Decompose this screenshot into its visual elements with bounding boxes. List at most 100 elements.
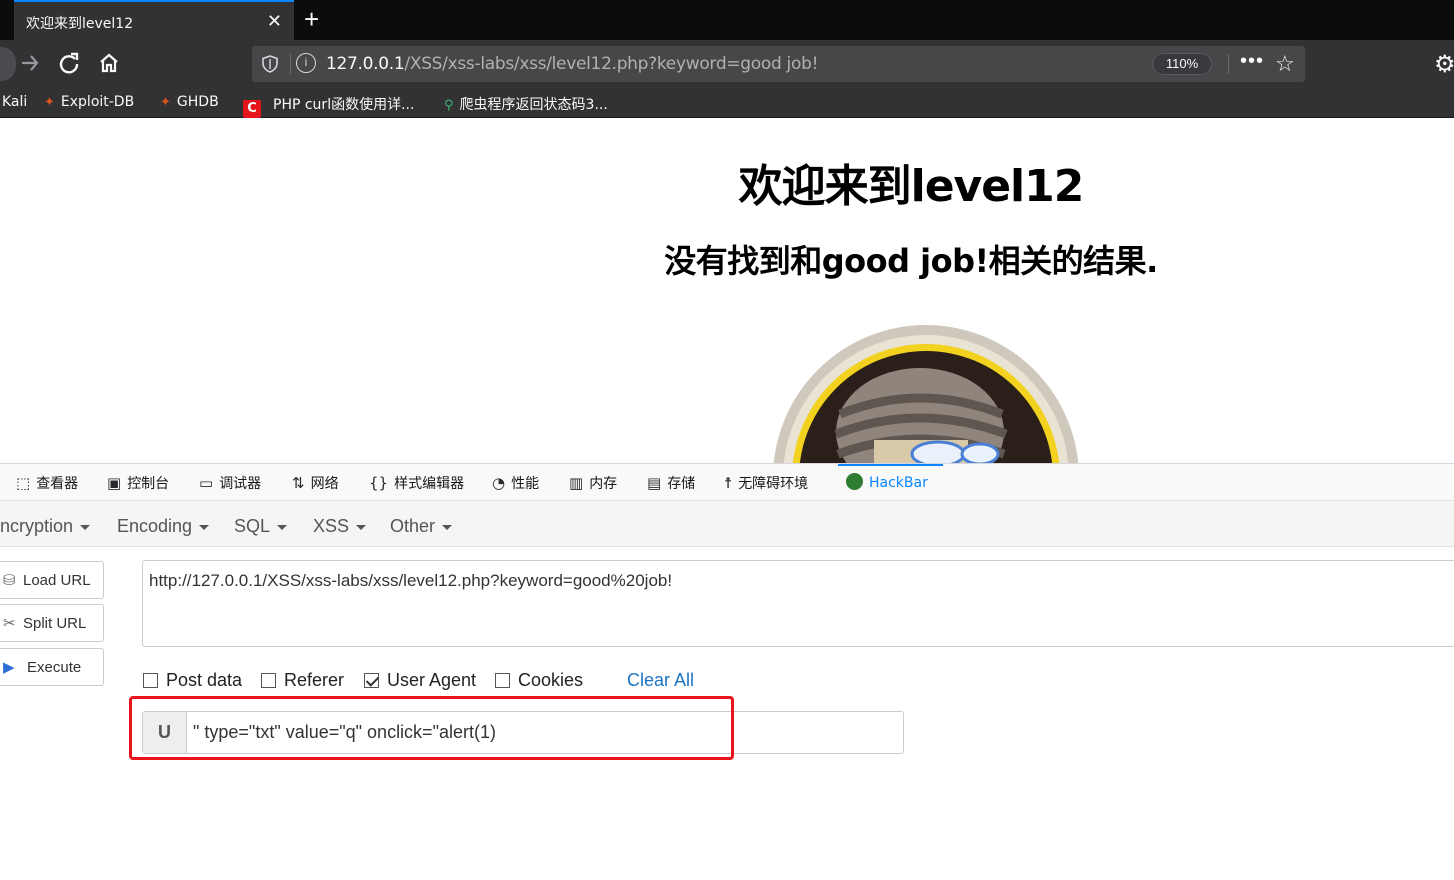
tab-style-editor[interactable]: {} 样式编辑器 xyxy=(369,473,464,493)
tab-label: 无障碍环境 xyxy=(738,476,809,492)
caret-down-icon xyxy=(80,524,91,530)
active-tab-indicator xyxy=(838,464,943,466)
browser-tab[interactable]: 欢迎来到level12 ✕ xyxy=(14,0,294,40)
highlight-annotation-box xyxy=(129,696,734,760)
tab-inspector[interactable]: ⬚ 查看器 xyxy=(16,473,78,493)
url-host: 127.0.0.1 xyxy=(326,54,405,74)
tab-performance[interactable]: ◔ 性能 xyxy=(492,473,539,493)
execute-button[interactable]: ▶ Execute xyxy=(0,648,104,686)
forward-icon[interactable] xyxy=(20,52,40,78)
menu-label: SQL xyxy=(234,516,271,536)
menu-sql[interactable]: SQL xyxy=(234,516,288,537)
page-actions-icon[interactable]: ••• xyxy=(1240,50,1264,73)
checkbox-label: Post data xyxy=(166,670,243,690)
tab-console[interactable]: ▣ 控制台 xyxy=(107,473,169,493)
tab-strip: 欢迎来到level12 ✕ + xyxy=(0,0,1454,40)
caret-down-icon xyxy=(356,524,367,530)
checkbox-box[interactable] xyxy=(143,673,158,688)
caret-down-icon xyxy=(442,524,453,530)
navigation-toolbar: i 127.0.0.1/XSS/xss-labs/xss/level12.php… xyxy=(0,40,1454,88)
post-data-checkbox[interactable]: Post data xyxy=(143,670,242,691)
checkbox-label: User Agent xyxy=(387,670,477,690)
menu-encryption[interactable]: ncryption xyxy=(0,516,91,537)
bookmark-crawler[interactable]: ⚲ 爬虫程序返回状态码3... xyxy=(444,94,608,114)
checkbox-box[interactable] xyxy=(261,673,276,688)
button-label: Execute xyxy=(27,659,82,676)
hackbar-menu: ncryption Encoding SQL XSS Other xyxy=(0,501,1454,547)
checkbox-label: Cookies xyxy=(518,670,584,690)
home-icon[interactable] xyxy=(98,52,120,78)
tab-title: 欢迎来到level12 xyxy=(26,16,134,32)
tab-hackbar[interactable]: HackBar xyxy=(846,473,928,491)
exploit-db-icon: ✦ xyxy=(44,95,55,110)
tab-label: 查看器 xyxy=(36,476,79,492)
url-value: http://127.0.0.1/XSS/xss-labs/xss/level1… xyxy=(149,571,673,590)
close-tab-icon[interactable]: ✕ xyxy=(267,11,282,32)
tab-label: 样式编辑器 xyxy=(394,476,465,492)
accessibility-icon: ☨ xyxy=(724,474,733,492)
bookmark-exploit-db[interactable]: ✦ Exploit-DB xyxy=(44,94,134,110)
tab-label: 网络 xyxy=(310,476,339,492)
storage-icon: ▤ xyxy=(647,474,662,492)
menu-label: ncryption xyxy=(0,516,74,536)
menu-other[interactable]: Other xyxy=(390,516,453,537)
tab-memory[interactable]: ▥ 内存 xyxy=(569,473,617,493)
bookmark-label: 爬虫程序返回状态码3... xyxy=(459,97,608,113)
bookmark-kali[interactable]: Kali xyxy=(2,94,27,110)
bookmark-star-icon[interactable]: ☆ xyxy=(1275,51,1295,77)
menu-label: Other xyxy=(390,516,436,536)
cookies-checkbox[interactable]: Cookies xyxy=(495,670,583,691)
back-button[interactable] xyxy=(0,47,16,81)
tab-label: 存储 xyxy=(667,476,696,492)
scissors-icon: ✂ xyxy=(3,615,16,632)
checkbox-box[interactable] xyxy=(495,673,510,688)
tab-storage[interactable]: ▤ 存储 xyxy=(647,473,695,493)
page-subtitle: 没有找到和good job!相关的结果. xyxy=(664,242,1158,280)
caret-down-icon xyxy=(277,524,288,530)
site-info-icon[interactable]: i xyxy=(296,53,316,73)
memory-icon: ▥ xyxy=(569,474,584,492)
bookmark-label: Exploit-DB xyxy=(60,94,135,110)
bookmark-ghdb[interactable]: ✦ GHDB xyxy=(160,94,219,110)
tab-accessibility[interactable]: ☨ 无障碍环境 xyxy=(724,473,808,493)
tab-network[interactable]: ⇅ 网络 xyxy=(292,473,339,493)
tab-label: HackBar xyxy=(869,475,928,491)
tracking-shield-icon[interactable] xyxy=(262,55,278,78)
play-icon: ▶ xyxy=(3,659,15,676)
clear-all-link[interactable]: Clear All xyxy=(627,670,694,691)
level-logo-image xyxy=(770,322,1082,463)
console-icon: ▣ xyxy=(107,474,122,492)
load-url-button[interactable]: ⛁ Load URL xyxy=(0,561,104,599)
new-tab-icon[interactable]: + xyxy=(304,4,319,35)
bookmark-label: GHDB xyxy=(176,94,219,110)
bookmarks-toolbar: Kali ✦ Exploit-DB ✦ GHDB C PHP curl函数使用详...… xyxy=(0,88,1454,118)
inspector-icon: ⬚ xyxy=(16,474,31,492)
reload-icon[interactable] xyxy=(58,52,80,78)
checkbox-box-checked[interactable] xyxy=(364,673,379,688)
zoom-indicator[interactable]: 110% xyxy=(1152,53,1212,75)
tab-debugger[interactable]: ▭ 调试器 xyxy=(199,473,261,493)
bookmark-php-curl[interactable]: C PHP curl函数使用详... xyxy=(243,94,414,118)
menu-xss[interactable]: XSS xyxy=(313,516,367,537)
address-divider-2 xyxy=(1228,54,1229,74)
bookmark-label: Kali xyxy=(2,94,28,110)
map-pin-icon: ⚲ xyxy=(444,98,454,113)
caret-down-icon xyxy=(199,524,210,530)
referer-checkbox[interactable]: Referer xyxy=(261,670,344,691)
url-text[interactable]: 127.0.0.1/XSS/xss-labs/xss/level12.php?k… xyxy=(326,54,818,74)
devtools-tab-bar: ⬚ 查看器 ▣ 控制台 ▭ 调试器 ⇅ 网络 {} 样式编辑器 ◔ 性能 ▥ 内存 ▤ 存储 ☨… xyxy=(0,463,1454,501)
ghdb-icon: ✦ xyxy=(160,95,171,110)
split-url-button[interactable]: ✂ Split URL xyxy=(0,604,104,642)
network-icon: ⇅ xyxy=(292,474,305,492)
settings-gear-icon[interactable]: ⚙ xyxy=(1434,50,1454,79)
menu-label: XSS xyxy=(313,516,350,536)
url-textarea[interactable]: http://127.0.0.1/XSS/xss-labs/xss/level1… xyxy=(142,560,1454,647)
button-label: Split URL xyxy=(23,615,87,632)
tab-label: 控制台 xyxy=(127,476,170,492)
menu-encoding[interactable]: Encoding xyxy=(117,516,210,537)
user-agent-checkbox[interactable]: User Agent xyxy=(364,670,476,691)
tab-label: 性能 xyxy=(511,476,540,492)
csdn-icon: C xyxy=(243,100,261,118)
hackbar-icon xyxy=(846,473,863,490)
address-bar[interactable]: i 127.0.0.1/XSS/xss-labs/xss/level12.php… xyxy=(252,46,1305,82)
